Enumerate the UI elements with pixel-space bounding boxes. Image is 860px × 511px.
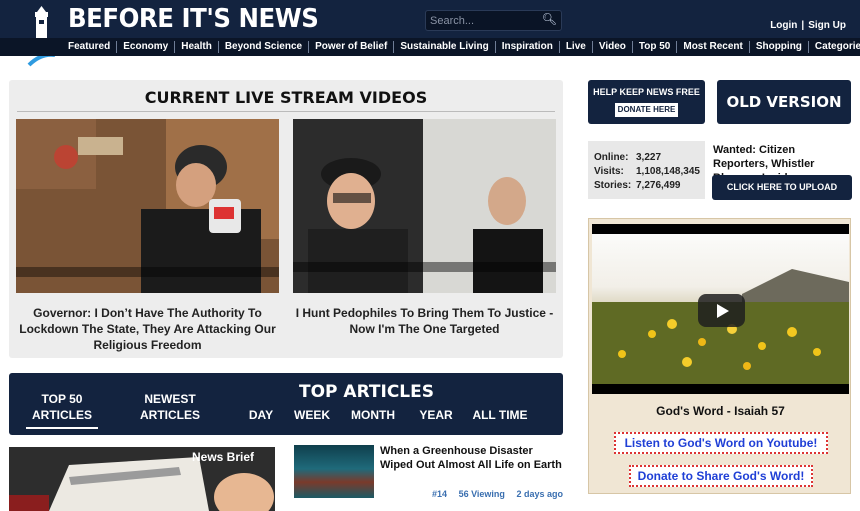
nav-item[interactable]: Live bbox=[558, 41, 592, 53]
video-caption[interactable]: Governor: I Don’t Have The Authority To … bbox=[16, 305, 279, 353]
lighthouse-logo-icon[interactable] bbox=[27, 5, 57, 67]
auth-separator: | bbox=[801, 20, 805, 31]
donate-button[interactable]: DONATE HERE bbox=[615, 103, 678, 117]
top-header: BEFORE IT'S NEWS 🔍︎ Login |Sign Up bbox=[0, 0, 860, 67]
stat-value: 7,276,499 bbox=[636, 180, 681, 191]
stat-row: Online: 3,227 bbox=[594, 152, 661, 163]
nav-item[interactable]: Featured bbox=[62, 41, 116, 53]
brand-logo[interactable]: BEFORE IT'S NEWS bbox=[68, 4, 319, 34]
article-thumbnail[interactable] bbox=[294, 445, 374, 498]
help-keep-news-free-box: HELP KEEP NEWS FREE DONATE HERE bbox=[588, 80, 705, 124]
stat-row: Visits: 1,108,148,345 bbox=[594, 166, 700, 177]
nav-item[interactable]: Inspiration bbox=[494, 41, 559, 53]
nav-item[interactable]: Most Recent bbox=[676, 41, 748, 53]
nav-item[interactable]: Shopping bbox=[748, 41, 808, 53]
live-video-thumbnail[interactable] bbox=[16, 119, 279, 293]
tab-newest-articles[interactable]: NEWEST ARTICLES bbox=[134, 391, 206, 423]
interview-scene-image bbox=[293, 119, 556, 293]
news-brief-thumbnail[interactable]: News Brief bbox=[9, 447, 275, 511]
tab-top50-articles[interactable]: TOP 50 ARTICLES bbox=[26, 391, 98, 423]
period-week[interactable]: WEEK bbox=[289, 407, 335, 423]
stat-row: Stories: 7,276,499 bbox=[594, 180, 681, 191]
article-rank: #14 bbox=[432, 489, 448, 499]
old-version-button[interactable]: OLD VERSION bbox=[717, 80, 851, 124]
search-input[interactable] bbox=[430, 13, 540, 28]
article-title[interactable]: When a Greenhouse Disaster Wiped Out Alm… bbox=[380, 444, 563, 472]
signup-link[interactable]: Sign Up bbox=[808, 20, 846, 31]
list-item[interactable]: When a Greenhouse Disaster Wiped Out Alm… bbox=[294, 444, 564, 504]
news-brief-image: News Brief bbox=[9, 447, 275, 511]
nav-item[interactable]: Beyond Science bbox=[217, 41, 308, 53]
live-stream-panel: CURRENT LIVE STREAM VIDEOS Governor: I D… bbox=[9, 80, 563, 358]
article-viewing: 56 Viewing bbox=[458, 489, 505, 499]
nav-item[interactable]: Health bbox=[174, 41, 218, 53]
article-meta: #14 56 Viewing 2 days ago bbox=[380, 489, 563, 499]
news-brief-label: News Brief bbox=[192, 450, 255, 464]
help-label: HELP KEEP NEWS FREE bbox=[593, 87, 700, 97]
studio-scene-image bbox=[16, 119, 279, 293]
video-caption[interactable]: I Hunt Pedophiles To Bring Them To Justi… bbox=[293, 305, 556, 337]
nav-item[interactable]: Categories bbox=[807, 41, 860, 53]
period-year[interactable]: YEAR bbox=[414, 407, 458, 423]
nav-item[interactable]: Economy bbox=[116, 41, 174, 53]
gods-word-title: God's Word - Isaiah 57 bbox=[656, 404, 785, 418]
nav-links: Featured Economy Health Beyond Science P… bbox=[62, 41, 860, 53]
nav-item[interactable]: Power of Belief bbox=[308, 41, 393, 53]
upload-news-button[interactable]: CLICK HERE TO UPLOAD NEWS! bbox=[712, 175, 852, 217]
nav-item[interactable]: Sustainable Living bbox=[393, 41, 494, 53]
gods-word-video[interactable] bbox=[592, 224, 849, 394]
article-time: 2 days ago bbox=[516, 489, 563, 499]
stat-label: Stories: bbox=[594, 180, 632, 191]
top-articles-title: TOP ARTICLES bbox=[299, 382, 434, 402]
period-month[interactable]: MONTH bbox=[347, 407, 399, 423]
site-stats: Online: 3,227 Visits: 1,108,148,345 Storie… bbox=[588, 141, 705, 199]
search-box[interactable]: 🔍︎ bbox=[425, 10, 562, 31]
nav-item[interactable]: Video bbox=[591, 41, 632, 53]
top-articles-bar: TOP 50 ARTICLES NEWEST ARTICLES TOP ARTI… bbox=[9, 373, 563, 435]
stat-label: Visits: bbox=[594, 166, 624, 177]
live-stream-title: CURRENT LIVE STREAM VIDEOS bbox=[144, 88, 428, 107]
play-button-icon[interactable] bbox=[698, 294, 745, 327]
login-link[interactable]: Login bbox=[770, 20, 797, 31]
nav-item[interactable]: Top 50 bbox=[631, 41, 676, 53]
auth-links: Login | Sign Up bbox=[770, 20, 846, 31]
active-tab-underline bbox=[26, 427, 98, 429]
stat-label: Online: bbox=[594, 152, 629, 163]
divider bbox=[17, 111, 555, 112]
stat-value: 1,108,148,345 bbox=[636, 166, 700, 177]
stat-value: 3,227 bbox=[636, 152, 662, 163]
search-icon[interactable]: 🔍︎ bbox=[542, 12, 557, 26]
live-video-thumbnail[interactable] bbox=[293, 119, 556, 293]
period-all-time[interactable]: ALL TIME bbox=[467, 407, 533, 423]
gods-word-widget: God's Word - Isaiah 57 Listen to God's W… bbox=[588, 218, 851, 494]
period-day[interactable]: DAY bbox=[241, 407, 281, 423]
youtube-link[interactable]: Listen to God's Word on Youtube! bbox=[614, 432, 828, 454]
donate-share-link[interactable]: Donate to Share God's Word! bbox=[629, 465, 813, 487]
